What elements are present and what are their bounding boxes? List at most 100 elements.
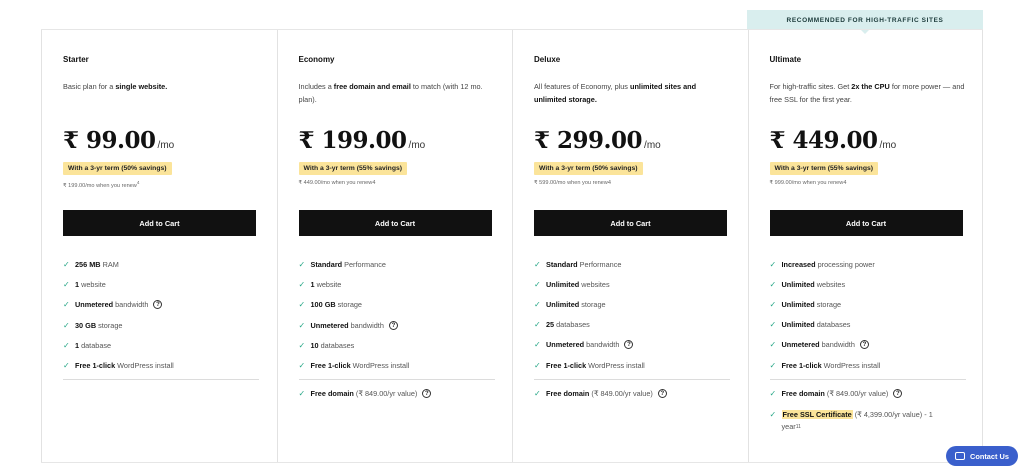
plan-price: ₹ 449.00/mo xyxy=(769,127,897,154)
check-icon: ✓ xyxy=(63,341,70,350)
add-to-cart-button[interactable]: Add to Cart xyxy=(63,210,256,236)
check-icon: ✓ xyxy=(298,341,306,350)
check-icon: ✓ xyxy=(298,321,306,330)
savings-badge: With a 3-yr term (55% savings) xyxy=(769,162,879,175)
check-icon: ✓ xyxy=(534,280,541,289)
check-icon: ✓ xyxy=(298,260,306,269)
recommended-banner-text: RECOMMENDED FOR HIGH-TRAFFIC SITES xyxy=(786,16,944,24)
plan-description: Includes a free domain and email to matc… xyxy=(298,82,483,104)
check-icon: ✓ xyxy=(534,260,541,269)
check-icon: ✓ xyxy=(298,280,306,289)
feature-item: ✓ Standard Performance xyxy=(298,260,386,269)
feature-item: ✓ 1 website xyxy=(63,280,106,289)
plan-price: ₹ 99.00/mo xyxy=(63,127,175,154)
feature-item: ✓ Unlimited databases xyxy=(769,320,851,329)
check-icon: ✓ xyxy=(769,340,777,349)
feature-item: ✓ 1 website xyxy=(298,280,342,289)
feature-item: ✓ Free SSL Certificate (₹ 4,399.00/yr valu… xyxy=(769,410,933,419)
check-icon: ✓ xyxy=(63,321,70,330)
check-icon: ✓ xyxy=(63,300,70,309)
feature-item: ✓ Free 1-click WordPress install xyxy=(63,361,174,370)
help-icon[interactable]: ? xyxy=(388,321,398,330)
check-icon: ✓ xyxy=(769,361,777,370)
check-icon: ✓ xyxy=(534,300,541,309)
check-icon: ✓ xyxy=(769,389,777,398)
feature-item: ✓ 1 database xyxy=(63,341,112,350)
plan-card-deluxe: Deluxe All features of Economy, plus unl… xyxy=(512,30,748,462)
check-icon: ✓ xyxy=(534,320,541,329)
help-icon[interactable]: ? xyxy=(859,340,869,349)
plan-description: Basic plan for a single website. xyxy=(63,82,168,91)
divider xyxy=(63,379,259,380)
feature-item: ✓ Free 1-click WordPress install xyxy=(534,361,645,370)
ssl-highlight: Free SSL Certificate xyxy=(781,410,853,419)
divider xyxy=(298,379,495,380)
renew-price: ₹ 449.00/mo when you renew4 xyxy=(298,180,376,186)
feature-continuation: year 11 xyxy=(781,422,801,431)
feature-item: ✓ 25 databases xyxy=(534,320,590,329)
plan-description: All features of Economy, plus unlimited … xyxy=(534,82,697,104)
plan-name: Ultimate xyxy=(769,55,802,64)
feature-item: ✓ Free domain (₹ 849.00/yr value)? xyxy=(770,389,903,398)
help-icon[interactable]: ? xyxy=(624,340,634,349)
plan-description: For high-traffic sites. Get 2x the CPU f… xyxy=(769,82,965,104)
check-icon: ✓ xyxy=(769,280,777,289)
feature-item: ✓ Unlimited storage xyxy=(769,300,842,309)
feature-item: ✓ Unmetered bandwidth? xyxy=(534,340,634,349)
savings-badge: With a 3-yr term (50% savings) xyxy=(534,162,643,175)
plan-name: Economy xyxy=(298,55,335,64)
recommended-banner: RECOMMENDED FOR HIGH-TRAFFIC SITES xyxy=(747,10,983,34)
contact-us-label: Contact Us xyxy=(969,451,1009,461)
plan-card-economy: Economy Includes a free domain and email… xyxy=(276,30,513,462)
help-icon[interactable]: ? xyxy=(893,389,903,398)
help-icon[interactable]: ? xyxy=(657,389,667,398)
renew-price: ₹ 999.00/mo when you renew4 xyxy=(769,180,847,186)
plan-card-ultimate: Ultimate For high-traffic sites. Get 2x … xyxy=(747,30,983,462)
feature-item: ✓ 10 databases xyxy=(298,341,355,350)
feature-item: ✓ Free domain (₹ 849.00/yr value)? xyxy=(299,389,432,398)
feature-item: ✓ Increased processing power xyxy=(769,260,875,269)
check-icon: ✓ xyxy=(769,410,777,419)
plan-price: ₹ 299.00/mo xyxy=(534,127,661,154)
check-icon: ✓ xyxy=(769,300,777,309)
feature-item: ✓ 100 GB storage xyxy=(298,300,363,309)
renew-price: ₹ 599.00/mo when you renew4 xyxy=(534,180,611,186)
plan-card-starter: Starter Basic plan for a single website.… xyxy=(41,30,277,462)
add-to-cart-button[interactable]: Add to Cart xyxy=(298,210,492,236)
feature-item: ✓ Free 1-click WordPress install xyxy=(769,361,881,370)
help-icon[interactable]: ? xyxy=(153,300,163,309)
check-icon: ✓ xyxy=(63,260,70,269)
check-icon: ✓ xyxy=(63,361,70,370)
divider xyxy=(769,379,966,380)
feature-item: ✓ Standard Performance xyxy=(534,260,622,269)
plan-price: ₹ 199.00/mo xyxy=(298,127,426,154)
feature-item: ✓ Unlimited websites xyxy=(769,280,846,289)
contact-us-button[interactable]: Contact Us xyxy=(946,446,1018,466)
plan-name: Deluxe xyxy=(534,55,561,64)
feature-item: ✓ Unmetered bandwidth? xyxy=(299,321,398,330)
check-icon: ✓ xyxy=(298,389,306,398)
check-icon: ✓ xyxy=(769,260,777,269)
check-icon: ✓ xyxy=(534,361,541,370)
help-icon[interactable]: ? xyxy=(422,389,432,398)
check-icon: ✓ xyxy=(534,340,541,349)
renew-price: ₹ 199.00/mo when you renew4 xyxy=(63,180,140,189)
check-icon: ✓ xyxy=(63,280,70,289)
add-to-cart-button[interactable]: Add to Cart xyxy=(534,210,727,236)
savings-badge: With a 3-yr term (50% savings) xyxy=(63,162,172,175)
pricing-grid: Starter Basic plan for a single website.… xyxy=(41,29,983,463)
check-icon: ✓ xyxy=(534,389,541,398)
feature-item: ✓ Unlimited storage xyxy=(534,300,606,309)
add-to-cart-button[interactable]: Add to Cart xyxy=(769,210,963,236)
feature-item: ✓ Free 1-click WordPress install xyxy=(298,361,410,370)
check-icon: ✓ xyxy=(298,361,306,370)
plan-name: Starter xyxy=(63,55,89,64)
chat-icon xyxy=(954,452,965,460)
feature-item: ✓ Unmetered bandwidth? xyxy=(770,340,869,349)
check-icon: ✓ xyxy=(769,320,777,329)
feature-item: ✓ 256 MB RAM xyxy=(63,260,119,269)
feature-item: ✓ Free domain (₹ 849.00/yr value)? xyxy=(534,389,667,398)
savings-badge: With a 3-yr term (55% savings) xyxy=(298,162,408,175)
check-icon: ✓ xyxy=(298,300,306,309)
feature-item: ✓ 30 GB storage xyxy=(63,321,123,330)
